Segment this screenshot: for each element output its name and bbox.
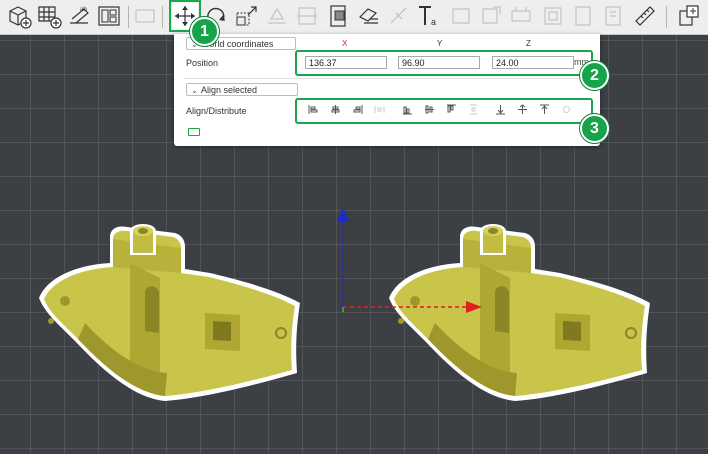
add-object-icon[interactable] bbox=[6, 3, 32, 29]
position-label: Position bbox=[186, 58, 219, 68]
scale-icon[interactable] bbox=[234, 3, 260, 29]
support-paint-icon[interactable] bbox=[356, 3, 382, 29]
assembly-icon[interactable] bbox=[676, 3, 702, 29]
split-icon[interactable] bbox=[132, 3, 158, 29]
color-paint-icon[interactable] bbox=[448, 3, 474, 29]
callout-badge-3: 3 bbox=[580, 114, 609, 143]
lay-on-face-icon[interactable] bbox=[264, 3, 290, 29]
align-highlight bbox=[295, 98, 593, 124]
align-mode-value: Align selected bbox=[201, 85, 258, 95]
text-icon[interactable]: a bbox=[416, 3, 442, 29]
mesh-boolean-icon[interactable] bbox=[326, 3, 352, 29]
move-tool-panel: ⌄ World coordinates X Y Z Position 136.3… bbox=[174, 34, 600, 146]
axis-z-label: Z bbox=[526, 39, 531, 48]
keyboard-shortcuts-icon[interactable] bbox=[188, 128, 200, 136]
simplify-icon[interactable] bbox=[540, 3, 566, 29]
position-highlight bbox=[295, 50, 593, 76]
measure-icon[interactable] bbox=[632, 3, 658, 29]
boat-model-left[interactable] bbox=[38, 223, 301, 402]
z-axis-handle[interactable] bbox=[337, 208, 349, 222]
brim-ears-icon[interactable] bbox=[570, 3, 596, 29]
panel-divider bbox=[184, 78, 594, 79]
add-plate-icon[interactable] bbox=[36, 3, 62, 29]
fuzzy-skin-icon[interactable] bbox=[478, 3, 504, 29]
boat-model-right[interactable] bbox=[388, 223, 651, 402]
align-mode-select[interactable]: ⌄ Align selected bbox=[186, 83, 298, 96]
align-distribute-label: Align/Distribute bbox=[186, 106, 247, 116]
toolbar-separator bbox=[666, 6, 667, 28]
svg-text:ab: ab bbox=[80, 7, 87, 13]
axis-y-label: Y bbox=[437, 39, 443, 48]
seam-paint-icon[interactable] bbox=[386, 3, 412, 29]
auto-orient-icon[interactable]: ab bbox=[66, 3, 92, 29]
axis-x-label: X bbox=[342, 39, 348, 48]
emboss-icon[interactable] bbox=[508, 3, 534, 29]
arrange-icon[interactable] bbox=[96, 3, 122, 29]
measure-icon-disabled[interactable] bbox=[600, 3, 626, 29]
cut-icon[interactable] bbox=[294, 3, 320, 29]
toolbar-separator bbox=[128, 6, 129, 28]
toolbar-separator bbox=[162, 6, 163, 28]
callout-badge-2: 2 bbox=[580, 61, 609, 90]
svg-text:a: a bbox=[431, 17, 436, 27]
callout-badge-1: 1 bbox=[190, 17, 219, 46]
main-toolbar: ab a bbox=[0, 0, 708, 35]
chevron-down-icon: ⌄ bbox=[191, 86, 198, 95]
